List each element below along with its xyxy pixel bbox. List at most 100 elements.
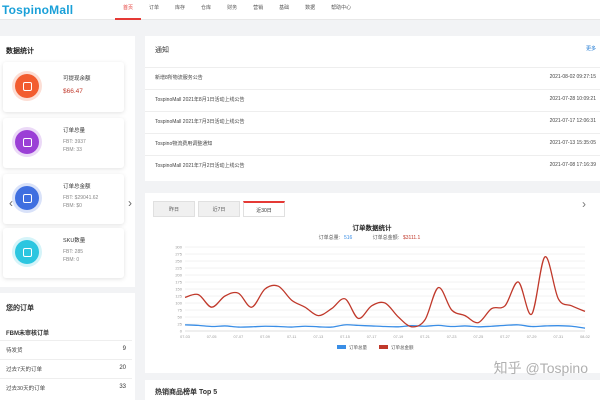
y-tick-label: 125 — [175, 294, 182, 299]
y-tick-label: 100 — [175, 301, 182, 306]
order-row[interactable]: 过去30天的订单 33 — [0, 378, 132, 397]
x-tick-label: 07-13 — [313, 335, 323, 339]
y-tick-label: 175 — [175, 280, 182, 285]
notice-item-date: 2021-07-08 17:16:39 — [549, 162, 596, 168]
x-tick-label: 07-09 — [260, 335, 270, 339]
series-line-order-count — [184, 324, 586, 329]
order-label: 待发货 — [6, 348, 23, 354]
notice-item-title: 新增8所物流服务公告 — [155, 75, 203, 81]
stat-fbm: FBM: 33 — [63, 147, 82, 153]
orders-subtitle: FBM未审核订单 — [6, 331, 49, 337]
x-tick-label: 08-02 — [580, 335, 590, 339]
chevron-right-icon[interactable]: › — [582, 197, 586, 211]
y-tick-label: 0 — [180, 329, 183, 334]
stat-value: $66.47 — [63, 88, 83, 95]
y-tick-label: 275 — [175, 252, 182, 257]
cube-icon — [15, 130, 39, 154]
chevron-left-icon[interactable]: ‹ — [9, 196, 13, 210]
x-tick-label: 07-21 — [420, 335, 430, 339]
main-nav: 首页 订单 库存 仓库 财务 营销 基础 数据 帮助中心 — [115, 0, 359, 20]
logo[interactable]: TospinoMall — [2, 3, 73, 17]
nav-finance[interactable]: 财务 — [219, 0, 245, 20]
x-tick-label: 07-25 — [473, 335, 483, 339]
box-icon — [15, 240, 39, 264]
nav-home[interactable]: 首页 — [115, 0, 142, 20]
notice-item-date: 2021-07-17 12:06:31 — [549, 118, 596, 124]
chevron-right-icon[interactable]: › — [128, 196, 132, 210]
nav-basic[interactable]: 基础 — [271, 0, 297, 20]
order-label: 过去7天的订单 — [6, 367, 43, 373]
notice-item-title: TospinoMall 2021年7月2日活动上线公告 — [155, 163, 245, 169]
x-tick-label: 07-11 — [287, 335, 296, 339]
stat-fbt: FBT: 285 — [63, 249, 84, 255]
notice-item[interactable]: 新增8所物流服务公告 2021-08-02 09:27:15 — [145, 67, 600, 86]
x-tick-label: 07-05 — [207, 335, 217, 339]
order-value: 20 — [119, 365, 126, 371]
tab-yesterday[interactable]: 昨日 — [153, 201, 195, 217]
stat-card-order-amount[interactable]: 订单总金额 FBT: $29041.62 FBM: $0 — [3, 174, 124, 224]
order-value: 9 — [122, 346, 126, 352]
nav-warehouse[interactable]: 仓库 — [193, 0, 219, 20]
stat-card-balance[interactable]: 可提现余额 $66.47 — [3, 62, 124, 112]
order-chart: 订单数据统计订单总量: 516 订单总金额: $3111.1 0 25 50 75 100 125… — [175, 223, 590, 351]
y-tick-label: 50 — [178, 315, 183, 320]
order-row[interactable]: 待发货 9 — [0, 340, 132, 359]
notice-more-link[interactable]: 更多 — [586, 45, 596, 52]
y-tick-label: 300 — [175, 245, 182, 250]
stat-label: 订单总金额 — [63, 184, 91, 190]
x-tick-label: 07-17 — [367, 335, 377, 339]
orders-panel: 您的订单 FBM未审核订单 待发货 9 过去7天的订单 20 过去30天的订单 … — [0, 287, 135, 400]
nav-orders[interactable]: 订单 — [141, 0, 167, 20]
stat-label: 可提现余额 — [63, 76, 91, 82]
stat-card-order-count[interactable]: 订单总量 FBT: 3937 FBM: 33 — [3, 118, 124, 168]
nav-inventory[interactable]: 库存 — [167, 0, 193, 20]
y-tick-label: 225 — [175, 266, 182, 271]
legend-label: 订单总量 — [349, 344, 367, 351]
stat-fbm: FBM: $0 — [63, 203, 82, 209]
summary-count-value: 516 — [344, 235, 353, 241]
notice-item-title: TospinoMall 2021年7月3日活动上线公告 — [155, 119, 245, 125]
order-label: 过去30天的订单 — [6, 386, 46, 392]
notice-item-title: Tospino物流费用调整通知 — [155, 141, 213, 147]
nav-data[interactable]: 数据 — [297, 0, 323, 20]
summary-amount-value: $3111.1 — [403, 235, 421, 241]
legend-swatch — [379, 345, 388, 349]
notice-title: 通知 — [155, 47, 169, 54]
notice-panel: 通知 更多 新增8所物流服务公告 2021-08-02 09:27:15 Tos… — [145, 36, 600, 181]
stat-label: 订单总量 — [63, 128, 86, 134]
summary-amount-label: 订单总金额: — [373, 234, 399, 241]
x-tick-label: 07-19 — [393, 335, 403, 339]
x-tick-label: 07-27 — [500, 335, 510, 339]
orders-title: 您的订单 — [6, 305, 34, 312]
notice-item-title: TospinoMall 2021年8月1日活动上线公告 — [155, 97, 245, 103]
x-tick-label: 07-23 — [447, 335, 457, 339]
chart-title: 订单数据统计 — [353, 223, 393, 232]
x-tick-label: 07-31 — [553, 335, 563, 339]
stat-label: SKU数量 — [63, 238, 86, 244]
order-row[interactable]: 过去7天的订单 20 — [0, 359, 132, 378]
stat-fbt: FBT: $29041.62 — [63, 195, 99, 201]
y-tick-label: 25 — [178, 322, 183, 327]
notice-item-date: 2021-07-13 15:35:05 — [549, 140, 596, 146]
x-tick-label: 07-29 — [527, 335, 537, 339]
watermark: 知乎 @Tospino — [493, 360, 588, 376]
series-line-order-amount — [184, 256, 586, 328]
nav-help[interactable]: 帮助中心 — [323, 0, 359, 20]
tab-30days[interactable]: 近30日 — [243, 201, 285, 217]
notice-item[interactable]: TospinoMall 2021年7月3日活动上线公告 2021-07-17 1… — [145, 111, 600, 130]
x-tick-label: 07-15 — [340, 335, 350, 339]
y-tick-label: 75 — [178, 308, 183, 313]
notice-item[interactable]: TospinoMall 2021年7月2日活动上线公告 2021-07-08 1… — [145, 155, 600, 174]
nav-marketing[interactable]: 营销 — [245, 0, 271, 20]
top-bar: TospinoMall 首页 订单 库存 仓库 财务 营销 基础 数据 帮助中心 — [0, 0, 600, 20]
stat-card-sku[interactable]: SKU数量 FBT: 285 FBM: 0 — [3, 228, 124, 278]
notice-item[interactable]: TospinoMall 2021年8月1日活动上线公告 2021-07-28 1… — [145, 89, 600, 108]
y-tick-label: 150 — [175, 287, 182, 292]
stats-title: 数据统计 — [6, 48, 34, 55]
tab-7days[interactable]: 近7日 — [198, 201, 240, 217]
notice-item-date: 2021-08-02 09:27:15 — [549, 74, 596, 80]
y-tick-label: 250 — [175, 259, 182, 264]
notice-item[interactable]: Tospino物流费用调整通知 2021-07-13 15:35:05 — [145, 133, 600, 152]
x-tick-label: 07-03 — [180, 335, 190, 339]
summary-count-label: 订单总量: — [319, 234, 340, 241]
